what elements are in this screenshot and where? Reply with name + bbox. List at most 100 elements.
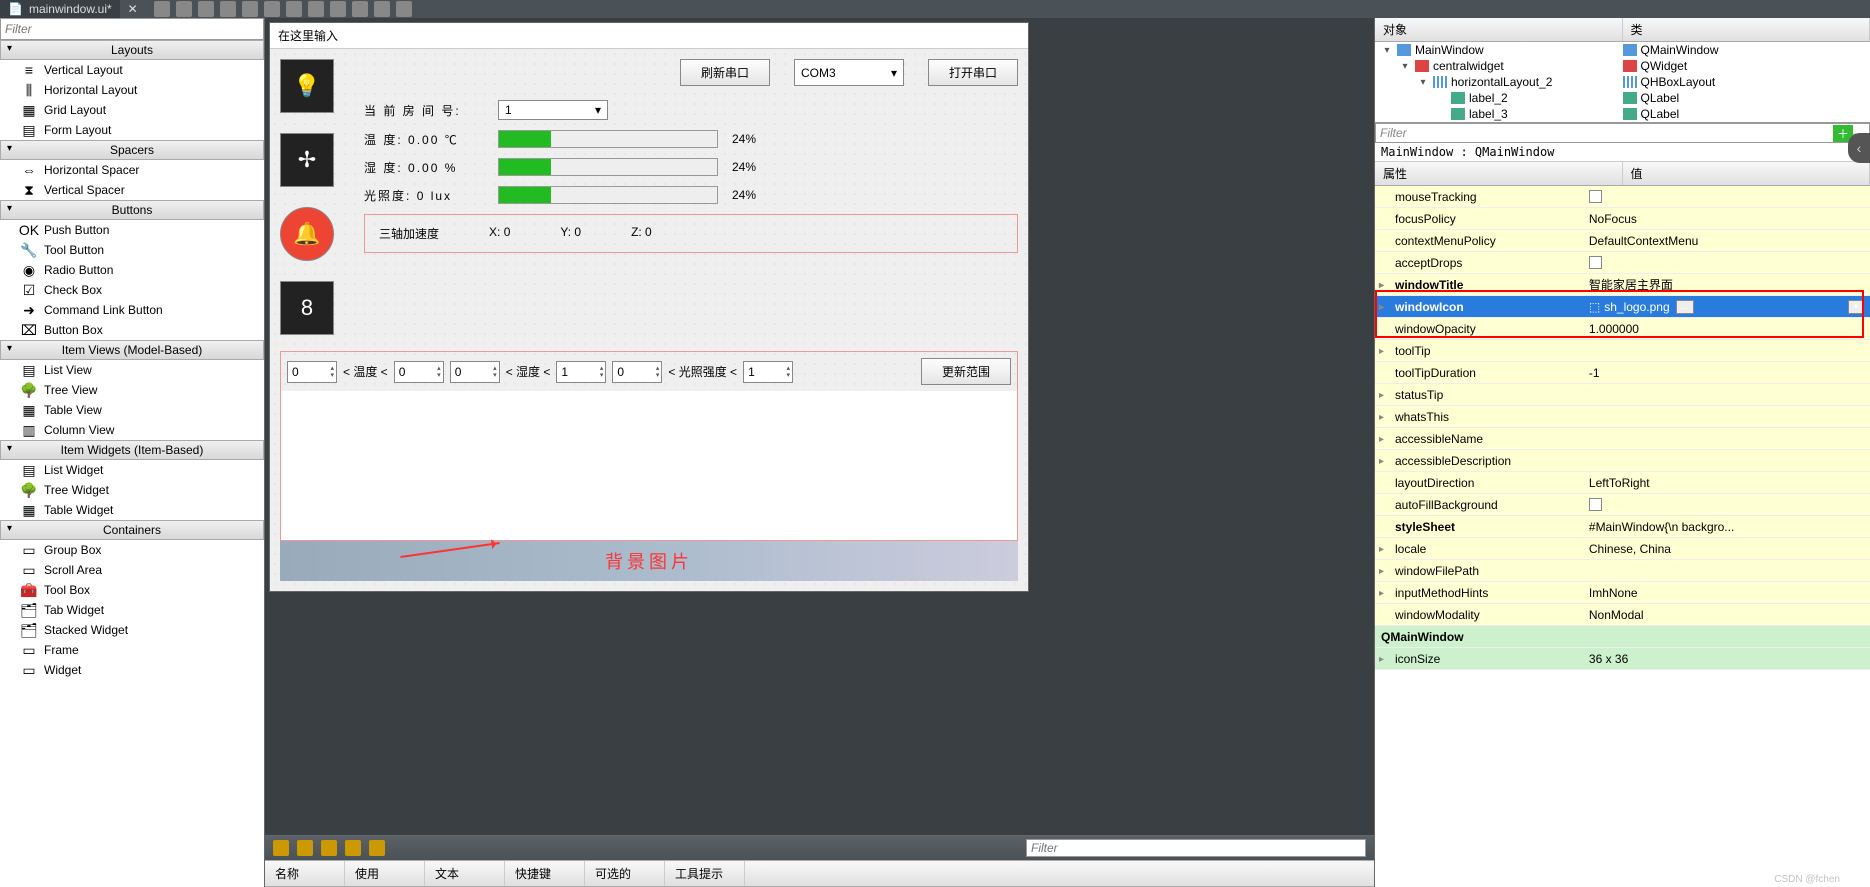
- category-header[interactable]: Layouts: [0, 40, 264, 60]
- widget-item[interactable]: 🔧Tool Button: [0, 240, 264, 260]
- action-tool-icon[interactable]: [369, 840, 385, 856]
- expander-icon[interactable]: ▸: [1379, 302, 1384, 313]
- tree-row[interactable]: ▾horizontalLayout_2QHBoxLayout: [1375, 74, 1870, 90]
- tool-icon[interactable]: [308, 1, 324, 17]
- column-header[interactable]: 快捷键: [505, 861, 585, 886]
- update-range-button[interactable]: 更新范围: [921, 358, 1011, 385]
- expander-icon[interactable]: ▾: [1399, 61, 1411, 72]
- widget-item[interactable]: ▤Form Layout: [0, 120, 264, 140]
- expander-icon[interactable]: ▸: [1379, 412, 1384, 423]
- property-row[interactable]: ▸whatsThis: [1375, 406, 1870, 428]
- tool-icon[interactable]: [198, 1, 214, 17]
- widget-item[interactable]: ≡Vertical Layout: [0, 60, 264, 80]
- property-row[interactable]: ▸statusTip: [1375, 384, 1870, 406]
- expander-icon[interactable]: ▸: [1379, 654, 1384, 665]
- refresh-serial-button[interactable]: 刷新串口: [680, 59, 770, 86]
- widget-item[interactable]: ⧗Vertical Spacer: [0, 180, 264, 200]
- property-row[interactable]: windowModalityNonModal: [1375, 604, 1870, 626]
- property-row[interactable]: toolTipDuration-1: [1375, 362, 1870, 384]
- browse-button[interactable]: ...: [1676, 300, 1694, 314]
- log-textarea[interactable]: [280, 391, 1018, 541]
- widget-item[interactable]: ▤List Widget: [0, 460, 264, 480]
- widget-item[interactable]: ⌧Button Box: [0, 320, 264, 340]
- property-row[interactable]: ▸localeChinese, China: [1375, 538, 1870, 560]
- digit-icon[interactable]: 8: [280, 281, 334, 335]
- expander-icon[interactable]: ▸: [1379, 588, 1384, 599]
- column-header[interactable]: 使用: [345, 861, 425, 886]
- property-row[interactable]: focusPolicyNoFocus: [1375, 208, 1870, 230]
- checkbox-icon[interactable]: [1589, 256, 1602, 269]
- tool-icon[interactable]: [352, 1, 368, 17]
- spin-humi-max[interactable]: 1: [556, 361, 606, 383]
- property-row[interactable]: ▸iconSize36 x 36: [1375, 648, 1870, 670]
- property-row[interactable]: windowOpacity1.000000: [1375, 318, 1870, 340]
- column-header[interactable]: 工具提示: [665, 861, 745, 886]
- room-combo[interactable]: 1▾: [498, 100, 608, 120]
- expander-icon[interactable]: ▸: [1379, 280, 1384, 291]
- property-row[interactable]: ▸toolTip: [1375, 340, 1870, 362]
- tree-row[interactable]: ▾MainWindowQMainWindow: [1375, 42, 1870, 58]
- category-header[interactable]: Containers: [0, 520, 264, 540]
- tool-icon[interactable]: [286, 1, 302, 17]
- tool-icon[interactable]: [220, 1, 236, 17]
- expander-icon[interactable]: ▸: [1379, 346, 1384, 357]
- widget-item[interactable]: ⫼Horizontal Layout: [0, 80, 264, 100]
- widgetbox-filter-input[interactable]: [0, 18, 264, 40]
- widget-item[interactable]: 🌳Tree Widget: [0, 480, 264, 500]
- expander-icon[interactable]: ▸: [1379, 390, 1384, 401]
- property-row[interactable]: contextMenuPolicyDefaultContextMenu: [1375, 230, 1870, 252]
- widget-item[interactable]: ▭Group Box: [0, 540, 264, 560]
- side-collapse-icon[interactable]: ‹: [1848, 133, 1870, 163]
- widget-item[interactable]: 🗂Stacked Widget: [0, 620, 264, 640]
- form-window[interactable]: 在这里输入 💡 ✢ 🔔 8 刷新串口 COM3▾: [269, 22, 1029, 592]
- tool-icon[interactable]: [264, 1, 280, 17]
- category-header[interactable]: Buttons: [0, 200, 264, 220]
- alarm-icon[interactable]: 🔔: [280, 207, 334, 261]
- expander-icon[interactable]: ▸: [1379, 434, 1384, 445]
- widget-item[interactable]: 🌳Tree View: [0, 380, 264, 400]
- column-header[interactable]: 可选的: [585, 861, 665, 886]
- document-tab[interactable]: 📄 mainwindow.ui*: [0, 0, 120, 18]
- widget-item[interactable]: ▦Table View: [0, 400, 264, 420]
- action-tool-icon[interactable]: [345, 840, 361, 856]
- category-header[interactable]: Item Views (Model-Based): [0, 340, 264, 360]
- property-row[interactable]: acceptDrops: [1375, 252, 1870, 274]
- dropdown-icon[interactable]: ▾: [1848, 300, 1864, 314]
- widgetbox-list[interactable]: Layouts≡Vertical Layout⫼Horizontal Layou…: [0, 40, 264, 887]
- widget-item[interactable]: ▦Table Widget: [0, 500, 264, 520]
- close-tab-icon[interactable]: ✕: [120, 2, 146, 16]
- widget-item[interactable]: ⇔Horizontal Spacer: [0, 160, 264, 180]
- column-header[interactable]: 文本: [425, 861, 505, 886]
- open-serial-button[interactable]: 打开串口: [928, 59, 1018, 86]
- checkbox-icon[interactable]: [1589, 498, 1602, 511]
- expander-icon[interactable]: ▸: [1379, 544, 1384, 555]
- expander-icon[interactable]: ▸: [1379, 456, 1384, 467]
- category-header[interactable]: Item Widgets (Item-Based): [0, 440, 264, 460]
- tree-row[interactable]: label_2QLabel: [1375, 90, 1870, 106]
- tool-icon[interactable]: [176, 1, 192, 17]
- widget-item[interactable]: 🧰Tool Box: [0, 580, 264, 600]
- widget-item[interactable]: OKPush Button: [0, 220, 264, 240]
- property-row[interactable]: autoFillBackground: [1375, 494, 1870, 516]
- widget-item[interactable]: ➜Command Link Button: [0, 300, 264, 320]
- widget-item[interactable]: ▭Widget: [0, 660, 264, 680]
- bulb-icon[interactable]: 💡: [280, 59, 334, 113]
- object-inspector[interactable]: 对象 类 ▾MainWindowQMainWindow▾centralwidge…: [1375, 18, 1870, 123]
- tool-icon[interactable]: [396, 1, 412, 17]
- property-row[interactable]: styleSheet#MainWindow{\n backgro...: [1375, 516, 1870, 538]
- tool-icon[interactable]: [242, 1, 258, 17]
- com-port-combo[interactable]: COM3▾: [794, 59, 904, 86]
- spin-temp-max[interactable]: 0: [394, 361, 444, 383]
- action-tool-icon[interactable]: [273, 840, 289, 856]
- tool-icon[interactable]: [330, 1, 346, 17]
- property-group-header[interactable]: QMainWindow: [1375, 626, 1870, 648]
- action-filter-input[interactable]: [1026, 839, 1366, 857]
- property-row[interactable]: ▸accessibleDescription: [1375, 450, 1870, 472]
- category-header[interactable]: Spacers: [0, 140, 264, 160]
- spin-temp-min[interactable]: 0: [287, 361, 337, 383]
- property-filter-input[interactable]: Filter ＋ —: [1375, 123, 1870, 143]
- spin-lux-max[interactable]: 1: [743, 361, 793, 383]
- action-tool-icon[interactable]: [321, 840, 337, 856]
- widget-item[interactable]: ▭Frame: [0, 640, 264, 660]
- widget-item[interactable]: ▭Scroll Area: [0, 560, 264, 580]
